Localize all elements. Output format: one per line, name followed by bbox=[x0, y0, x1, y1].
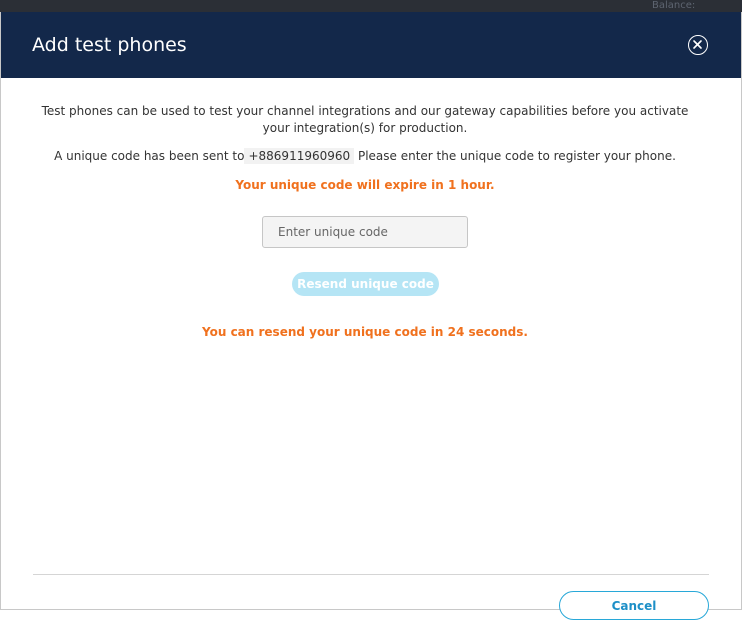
countdown-suffix: seconds. bbox=[468, 325, 528, 339]
close-icon bbox=[693, 40, 702, 49]
expiry-notice: Your unique code will expire in 1 hour. bbox=[235, 178, 495, 192]
cancel-button[interactable]: Cancel bbox=[559, 591, 709, 620]
dialog-header: Add test phones bbox=[1, 12, 741, 78]
resend-countdown: You can resend your unique code in 24 se… bbox=[1, 324, 729, 341]
phone-number: +886911960960 bbox=[244, 148, 355, 164]
close-button[interactable] bbox=[688, 35, 708, 55]
page-backdrop: Balance: bbox=[0, 0, 742, 12]
dialog-title: Add test phones bbox=[32, 34, 187, 56]
countdown-prefix: You can resend your unique code in bbox=[202, 325, 444, 339]
code-sent-prefix: A unique code has been sent to bbox=[54, 149, 245, 163]
countdown-seconds: 24 bbox=[447, 325, 465, 339]
add-test-phones-dialog: Add test phones Test phones can be used … bbox=[0, 12, 742, 620]
code-sent-message: A unique code has been sent to +886911960… bbox=[1, 148, 729, 165]
balance-label: Balance: bbox=[652, 0, 696, 11]
resend-code-button[interactable]: Resend unique code bbox=[292, 272, 439, 296]
unique-code-input[interactable] bbox=[262, 216, 468, 248]
code-sent-suffix: Please enter the unique code to register… bbox=[357, 149, 676, 163]
footer-divider bbox=[33, 574, 709, 575]
intro-text: Test phones can be used to test your cha… bbox=[41, 104, 689, 135]
